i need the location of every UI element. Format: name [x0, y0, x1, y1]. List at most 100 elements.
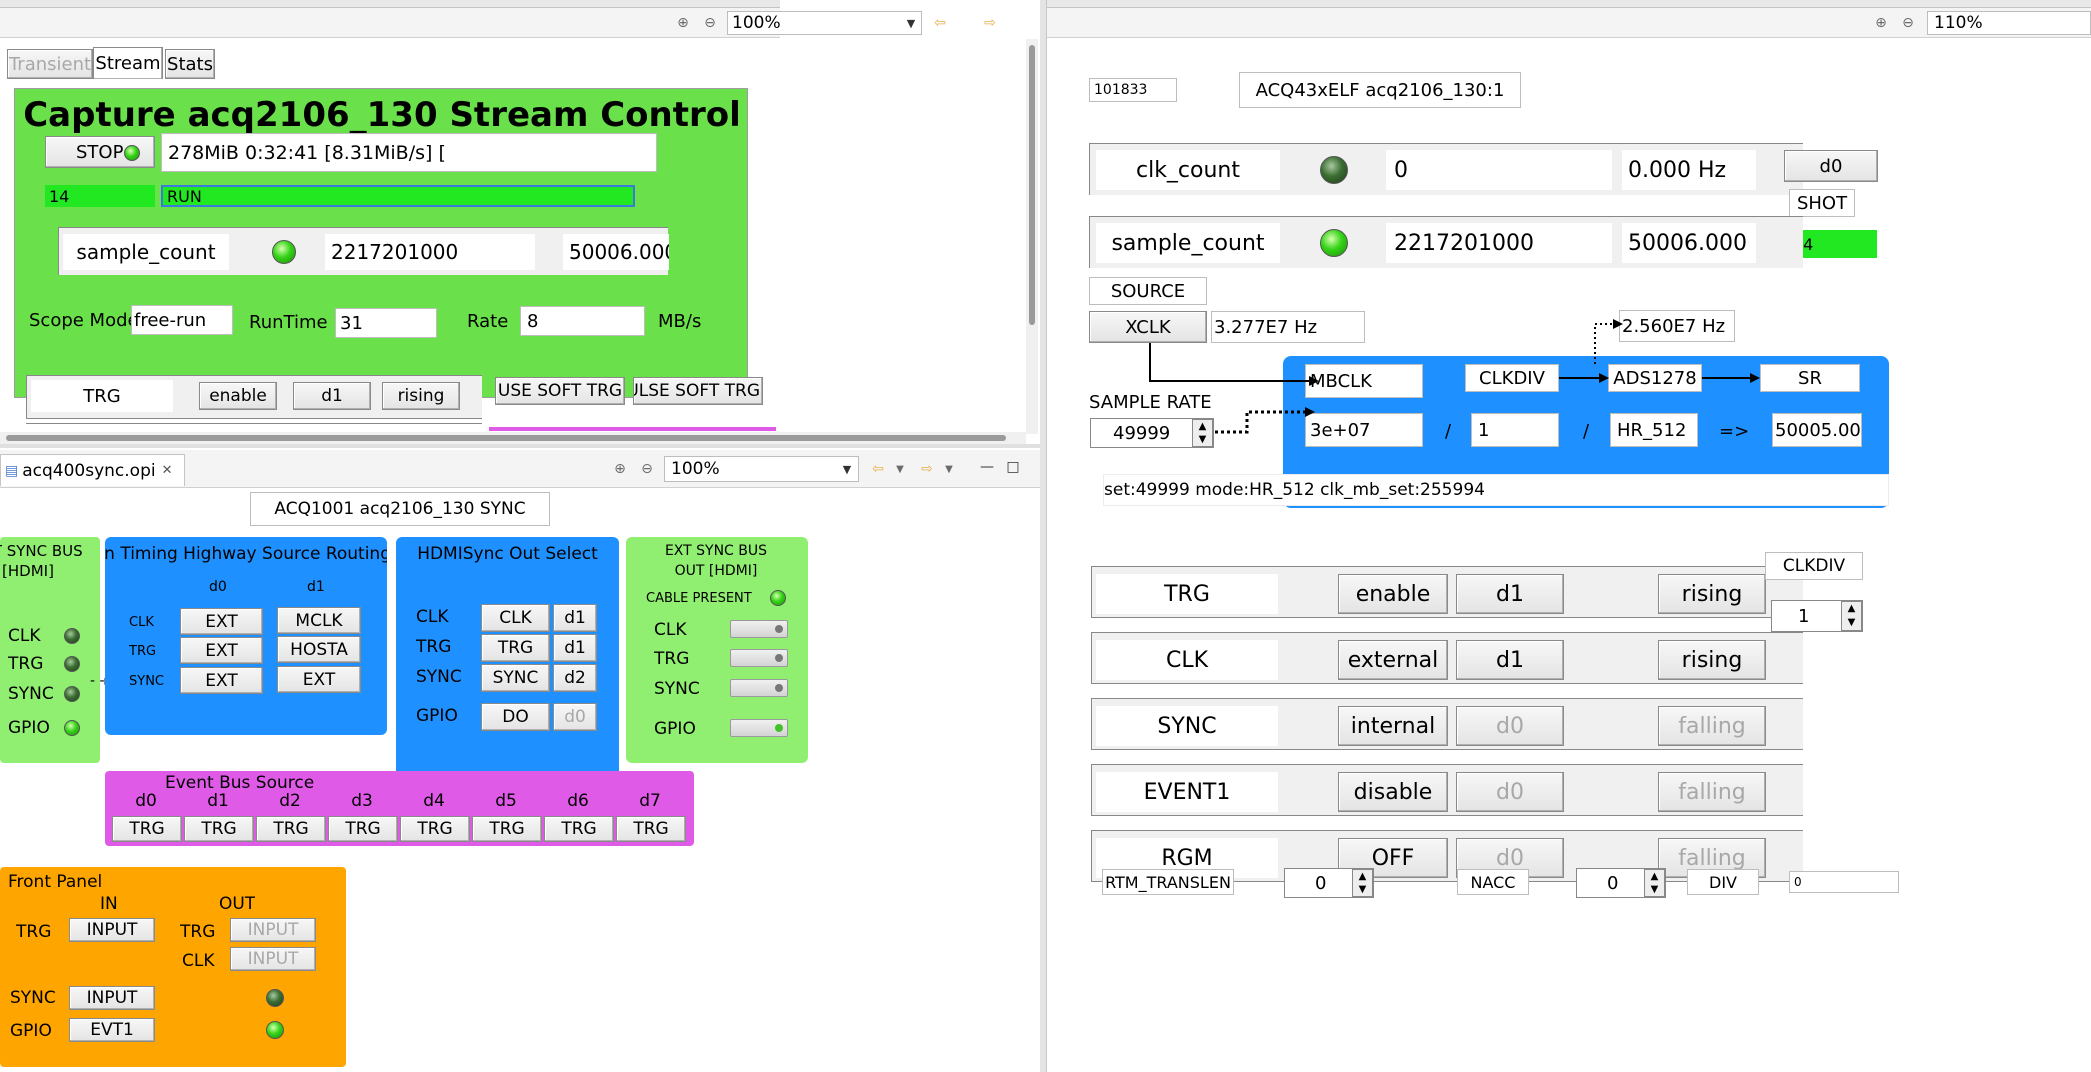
event-bus-source-button[interactable]: TRG	[472, 816, 542, 842]
zoom-value: 100%	[732, 13, 781, 33]
fp-out-trg-button[interactable]: INPUT	[230, 918, 316, 942]
event-bus-source-button[interactable]: TRG	[184, 816, 254, 842]
back-arrow-icon[interactable]: ⇦	[930, 13, 950, 33]
hdmi-sync-sel-button[interactable]: SYNC	[481, 664, 550, 692]
right-zoom-combo[interactable]: 110%	[1927, 11, 2091, 35]
mth-trg-d1-button[interactable]: HOSTA	[277, 636, 361, 663]
event-bus-source-button[interactable]: TRG	[544, 816, 614, 842]
chevron-down-icon[interactable]: ▼	[838, 459, 856, 479]
trigger-mode-button[interactable]: external	[1338, 640, 1448, 680]
event-bus-source-button[interactable]: TRG	[328, 816, 398, 842]
zoom-out-icon[interactable]: ⊖	[637, 459, 657, 479]
spin-up-icon[interactable]: ▲	[1645, 870, 1664, 883]
mth-sync-d0-button[interactable]: EXT	[180, 667, 263, 694]
trg-enable-button[interactable]: enable	[199, 382, 277, 410]
rtm-spinner[interactable]: ▲ ▼	[1352, 869, 1373, 897]
zoom-in-icon[interactable]: ⊕	[673, 13, 693, 33]
forward-arrow-icon[interactable]: ⇨	[917, 459, 937, 479]
hdmi-gpio-sel-button[interactable]: DO	[481, 703, 550, 731]
hscroll-thumb[interactable]	[6, 435, 1006, 441]
event-bus-source-button[interactable]: TRG	[256, 816, 326, 842]
out-gpio-toggle[interactable]	[730, 719, 788, 737]
mth-clk-d1-button[interactable]: MCLK	[277, 607, 361, 634]
minimize-icon[interactable]: —	[978, 457, 996, 477]
pulse-soft-trg-button[interactable]: PULSE SOFT TRG	[633, 377, 763, 405]
tab-transient[interactable]: Transient	[7, 49, 93, 79]
hdmi-clk-label: CLK	[416, 607, 449, 627]
trigger-edge-button[interactable]: falling	[1658, 772, 1766, 812]
back-arrow-icon[interactable]: ⇦	[868, 459, 888, 479]
zoom-out-icon[interactable]: ⊖	[700, 13, 720, 33]
chevron-down-icon[interactable]: ▼	[893, 459, 907, 479]
right-tabstrip	[1047, 0, 2091, 8]
fp-gpio-in-button[interactable]: EVT1	[69, 1018, 155, 1042]
stop-button[interactable]: STOP	[45, 136, 155, 168]
zoom-combo[interactable]: 100%	[727, 11, 922, 35]
mth-trg-d0-button[interactable]: EXT	[180, 637, 263, 664]
vscroll-thumb[interactable]	[1029, 45, 1035, 325]
out-trg-toggle[interactable]	[730, 649, 788, 667]
tab-stream[interactable]: Stream	[93, 47, 163, 79]
left-top-hscroll[interactable]	[0, 432, 1026, 444]
nacc-label: NACC	[1457, 869, 1529, 895]
out-clk-toggle[interactable]	[730, 620, 788, 638]
spin-down-icon[interactable]: ▼	[1353, 883, 1372, 896]
chevron-down-icon[interactable]: ▼	[902, 13, 920, 33]
zoom-in-icon[interactable]: ⊕	[610, 459, 630, 479]
trigger-mode-button[interactable]: internal	[1338, 706, 1448, 746]
sync-zoom-combo[interactable]: 100%	[664, 456, 859, 482]
hdmi-sync-d-button[interactable]: d2	[553, 664, 597, 692]
trigger-mode-button[interactable]: disable	[1338, 772, 1448, 812]
chevron-down-icon[interactable]: ▼	[942, 459, 956, 479]
trigger-d-button[interactable]: d1	[1456, 640, 1564, 680]
hdmi-clk-sel-button[interactable]: CLK	[481, 604, 550, 632]
clkdiv-side-spinner[interactable]: ▲ ▼	[1841, 601, 1862, 631]
sync-header: ACQ1001 acq2106_130 SYNC	[250, 492, 550, 526]
fp-out-trg-label: TRG	[180, 922, 216, 942]
nacc-spinner[interactable]: ▲ ▼	[1644, 869, 1665, 897]
zoom-in-icon[interactable]: ⊕	[1871, 13, 1891, 33]
trg-rising-button[interactable]: rising	[382, 382, 460, 410]
trigger-mode-button[interactable]: enable	[1338, 574, 1448, 614]
in-gpio-led-icon	[64, 720, 80, 736]
trigger-d-button[interactable]: d0	[1456, 772, 1564, 812]
sync-tab[interactable]: ▤ acq400sync.opi ✕	[0, 454, 185, 486]
event-bus-source-button[interactable]: TRG	[112, 816, 182, 842]
hdmi-trg-d-button[interactable]: d1	[553, 634, 597, 662]
trigger-d-button[interactable]: d1	[1456, 574, 1564, 614]
fp-out-clk-button[interactable]: INPUT	[230, 947, 316, 971]
hdmi-trg-sel-button[interactable]: TRG	[481, 634, 550, 662]
horizontal-divider[interactable]	[0, 444, 1040, 448]
trigger-edge-button[interactable]: falling	[1658, 706, 1766, 746]
fp-sync-in-button[interactable]: INPUT	[69, 986, 155, 1010]
spin-down-icon[interactable]: ▼	[1645, 883, 1664, 896]
fp-trg-label: TRG	[16, 922, 52, 942]
trg-label: TRG	[31, 380, 173, 412]
trigger-edge-button[interactable]: rising	[1658, 574, 1766, 614]
runtime-value[interactable]: 31	[335, 308, 437, 338]
scope-mode-value[interactable]: free-run	[131, 305, 233, 335]
rate-value[interactable]: 8	[520, 306, 645, 336]
tab-stats[interactable]: Stats	[165, 49, 215, 79]
trigger-edge-button[interactable]: rising	[1658, 640, 1766, 680]
use-soft-trg-button[interactable]: USE SOFT TRG	[495, 377, 625, 405]
event-bus-source-button[interactable]: TRG	[400, 816, 470, 842]
spin-down-icon[interactable]: ▼	[1842, 616, 1861, 630]
close-icon[interactable]: ✕	[162, 463, 173, 478]
mth-clk-d0-button[interactable]: EXT	[180, 608, 263, 635]
forward-arrow-icon[interactable]: ⇨	[980, 13, 1000, 33]
out-sync-toggle[interactable]	[730, 679, 788, 697]
fp-trg-in-button[interactable]: INPUT	[69, 918, 155, 942]
left-top-vscroll[interactable]	[1026, 39, 1038, 434]
hdmi-clk-d-button[interactable]: d1	[553, 604, 597, 632]
spin-up-icon[interactable]: ▲	[1353, 870, 1372, 883]
hdmi-gpio-d-button[interactable]: d0	[553, 703, 597, 731]
trg-d1-button[interactable]: d1	[293, 382, 371, 410]
zoom-out-icon[interactable]: ⊖	[1898, 13, 1918, 33]
spin-up-icon[interactable]: ▲	[1842, 602, 1861, 616]
rate-unit: MB/s	[658, 310, 702, 332]
mth-sync-d1-button[interactable]: EXT	[277, 666, 361, 693]
event-bus-source-button[interactable]: TRG	[616, 816, 686, 842]
maximize-icon[interactable]: □	[1004, 457, 1022, 477]
trigger-d-button[interactable]: d0	[1456, 706, 1564, 746]
